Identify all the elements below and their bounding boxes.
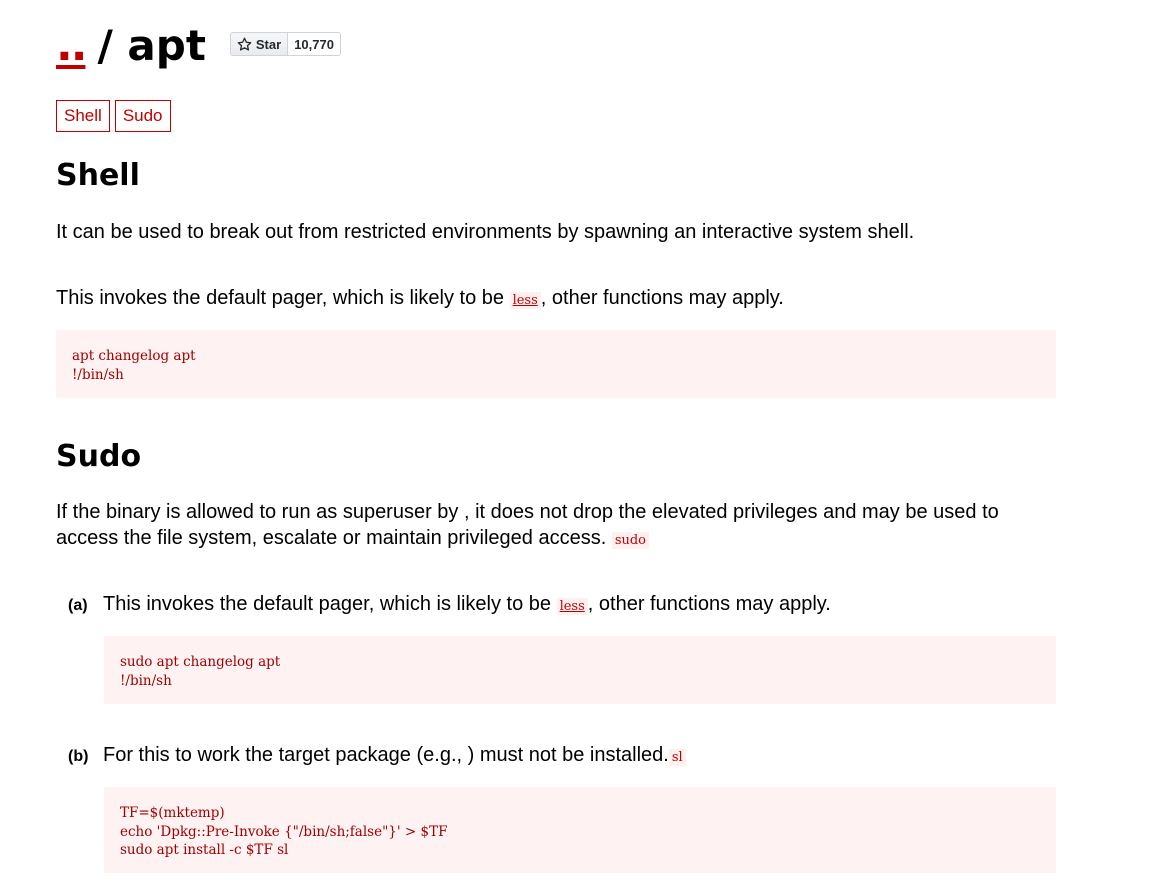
star-button[interactable]: Star: [229, 32, 289, 56]
shell-note: This invokes the default pager, which is…: [56, 285, 1066, 314]
item-a-text-tail: , other functions may apply.: [587, 593, 831, 615]
item-label-b: (b): [68, 748, 89, 765]
function-tags: Shell Sudo: [56, 100, 171, 132]
page-header: .. / apt Star 10,770: [56, 20, 341, 72]
sudo-code-block-b: TF=$(mktemp) echo 'Dpkg::Pre-Invoke {"/b…: [104, 787, 1056, 873]
sudo-intro: If the binary is allowed to run as super…: [56, 499, 1066, 554]
item-a-text-start: This invokes the default pager, which is…: [103, 593, 557, 615]
sl-code: sl: [668, 749, 686, 766]
item-a-text: This invokes the default pager, which is…: [103, 591, 1053, 620]
shell-note-text: This invokes the default pager, which is…: [56, 287, 510, 309]
section-heading-sudo: Sudo: [56, 439, 142, 474]
item-b-text-start: For this to work the target package (e.g…: [103, 744, 669, 766]
shell-code-block: apt changelog apt !/bin/sh: [56, 330, 1056, 398]
star-count[interactable]: 10,770: [288, 32, 341, 56]
sudo-code: sudo: [611, 532, 650, 549]
page-title: / apt: [97, 25, 205, 67]
item-b-text: For this to work the target package (e.g…: [103, 742, 1053, 771]
less-link[interactable]: less: [556, 598, 588, 615]
section-heading-shell: Shell: [56, 158, 140, 193]
github-star-widget: Star 10,770: [229, 32, 341, 56]
parent-link[interactable]: ..: [56, 24, 87, 68]
shell-note-tail: , other functions may apply.: [540, 287, 784, 309]
title-name: apt: [127, 21, 206, 70]
item-label-a: (a): [68, 597, 88, 614]
less-link[interactable]: less: [509, 292, 541, 309]
tag-sudo[interactable]: Sudo: [114, 100, 171, 132]
star-label: Star: [255, 36, 282, 52]
tag-shell[interactable]: Shell: [56, 100, 110, 132]
title-separator: /: [97, 21, 113, 70]
sudo-intro-text: If the binary is allowed to run as super…: [56, 501, 999, 549]
star-outline-icon: [237, 37, 252, 51]
shell-intro: It can be used to break out from restric…: [56, 221, 915, 243]
sudo-code-block-a: sudo apt changelog apt !/bin/sh: [104, 636, 1056, 704]
